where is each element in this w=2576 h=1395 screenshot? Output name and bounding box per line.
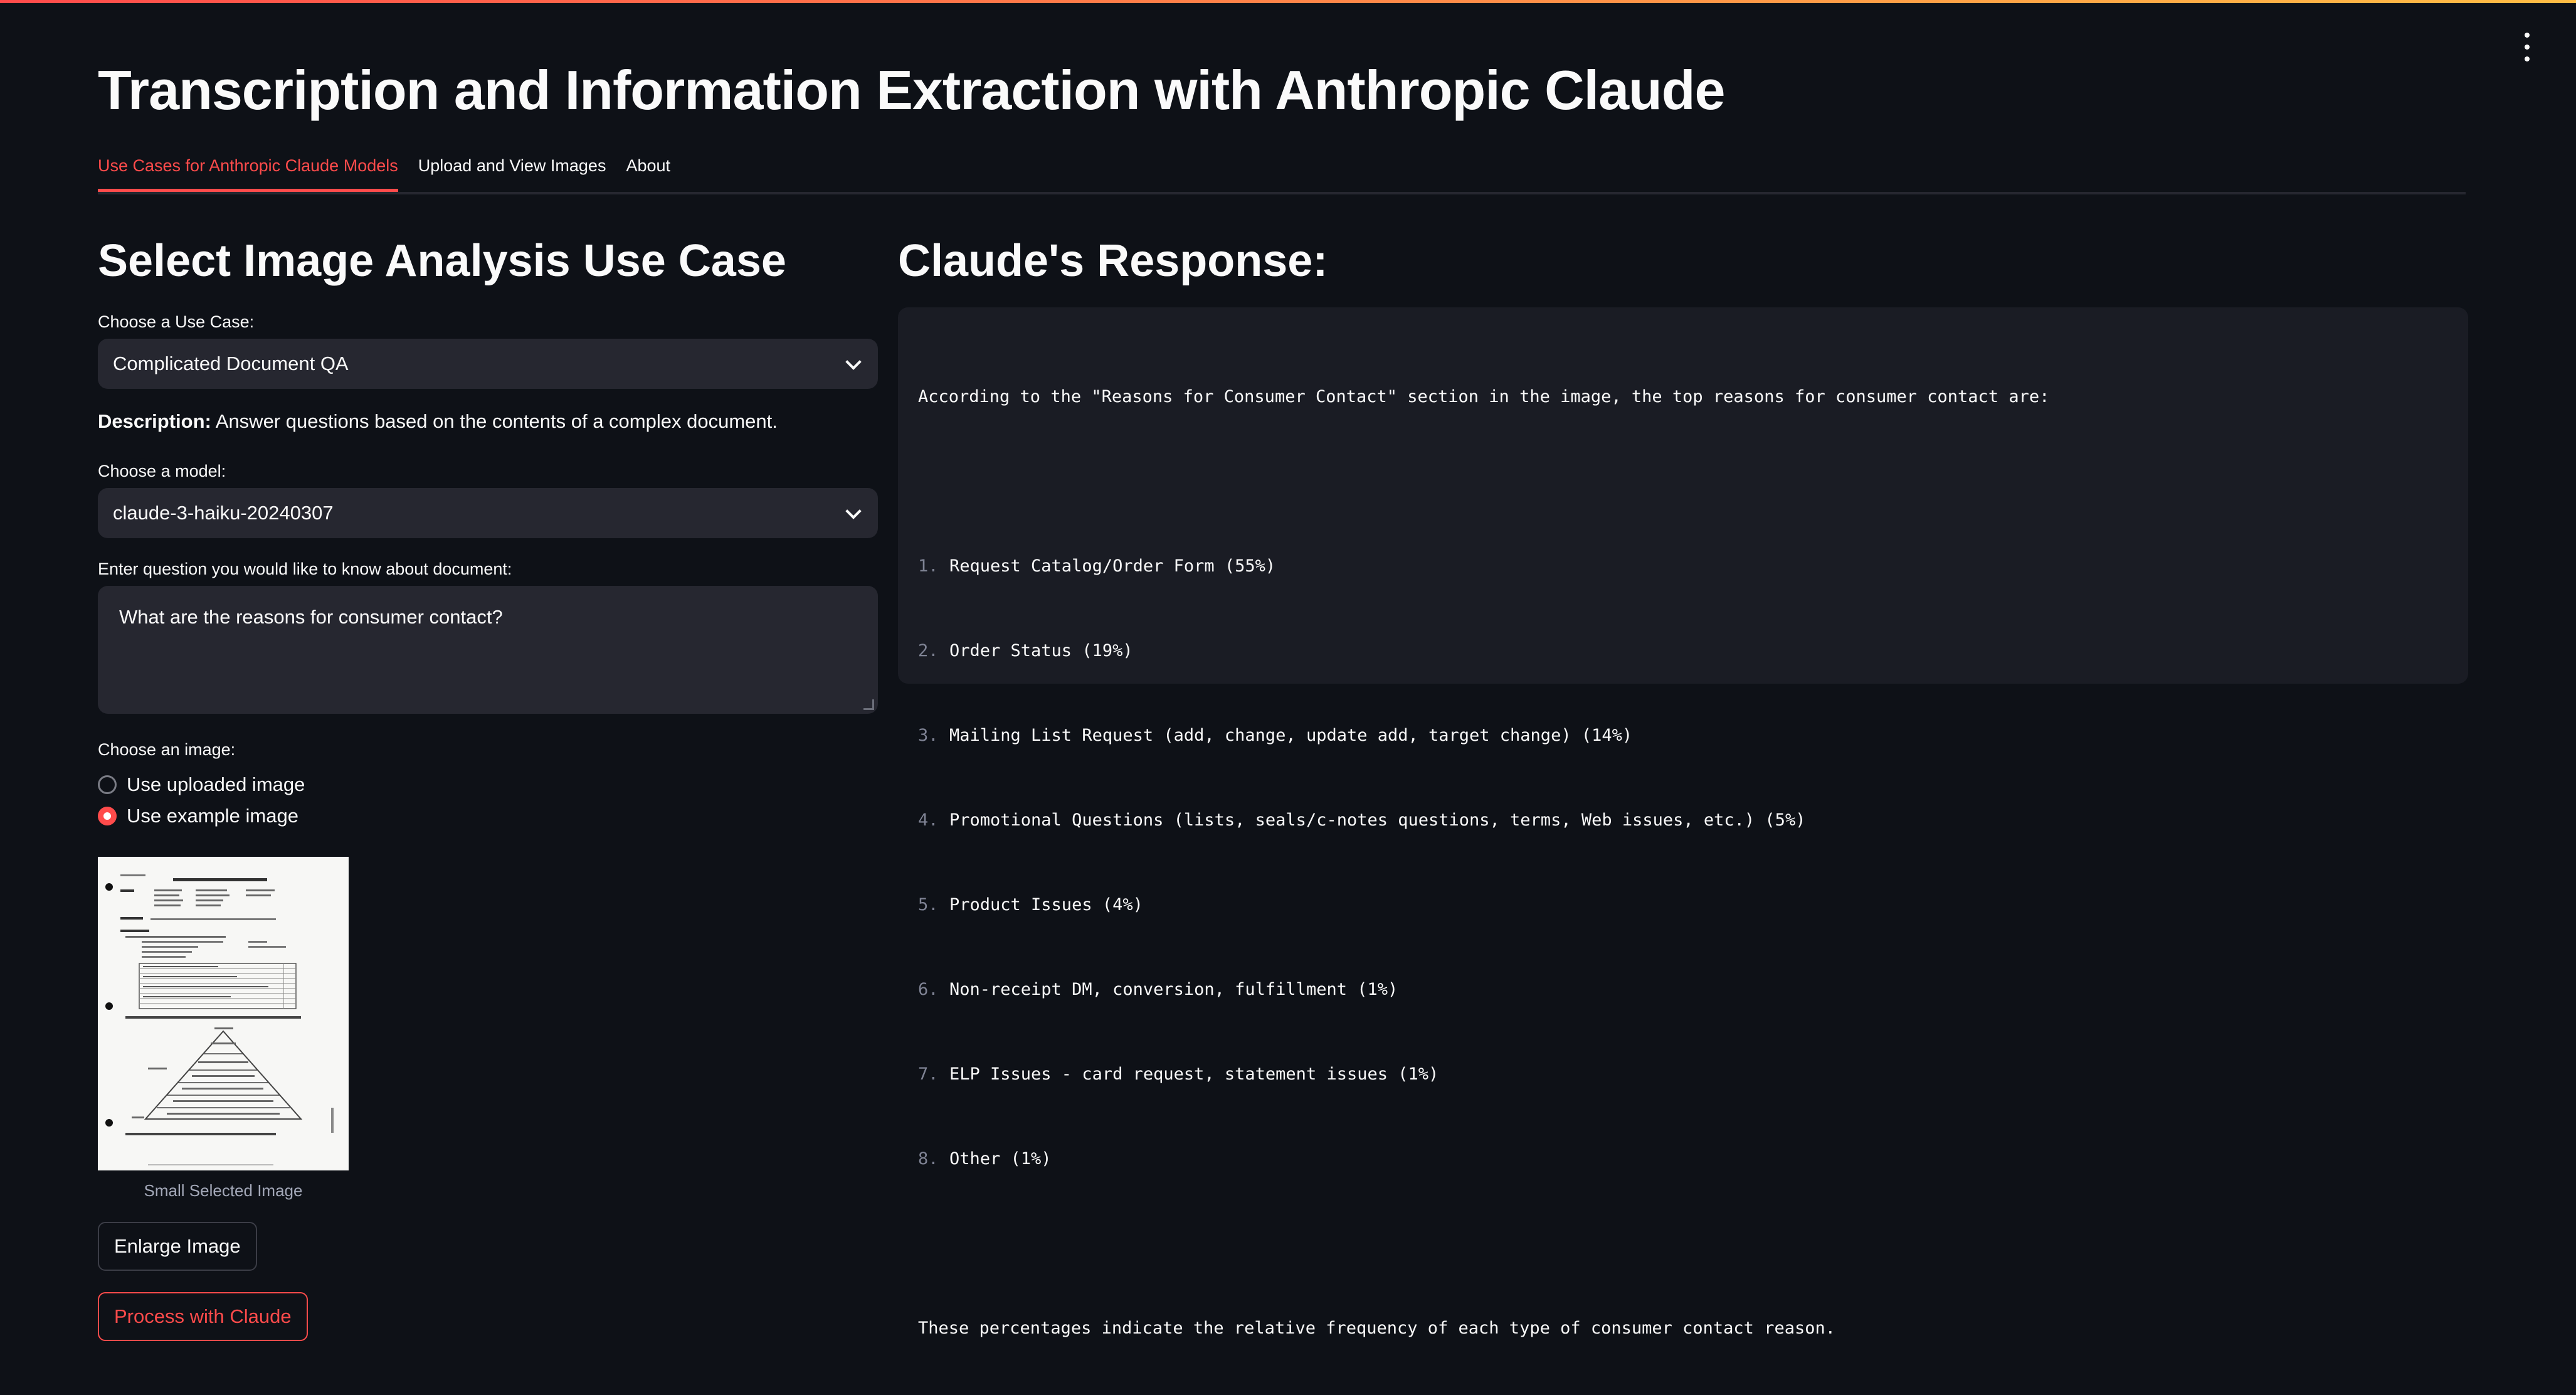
response-outro: These percentages indicate the relative … [918, 1318, 1835, 1338]
enlarge-image-button[interactable]: Enlarge Image [98, 1222, 257, 1271]
use-case-label: Choose a Use Case: [98, 312, 255, 331]
response-intro: According to the "Reasons for Consumer C… [918, 387, 2050, 406]
use-case-select[interactable]: Complicated Document QA [98, 339, 878, 389]
list-number: 7. [918, 1064, 939, 1084]
list-text: Request Catalog/Order Form (55%) [949, 556, 1276, 576]
list-number: 3. [918, 726, 939, 745]
use-case-heading: Select Image Analysis Use Case [98, 236, 786, 286]
response-spacer [918, 467, 2448, 496]
response-list-item: 3. Mailing List Request (add, change, upd… [918, 721, 2448, 750]
response-code-block: According to the "Reasons for Consumer C… [898, 307, 2468, 1338]
selected-image-thumbnail [98, 857, 349, 1170]
chevron-down-icon [845, 354, 862, 370]
image-choice-label: Choose an image: [98, 740, 236, 759]
use-case-select-value: Complicated Document QA [113, 353, 349, 374]
response-heading: Claude's Response: [898, 236, 1328, 286]
list-number: 6. [918, 980, 939, 999]
radio-uploaded-image[interactable]: Use uploaded image [98, 769, 878, 800]
response-list-item: 4. Promotional Questions (lists, seals/c-… [918, 806, 2448, 834]
radio-example-image[interactable]: Use example image [98, 800, 878, 832]
response-list-item: 8. Other (1%) [918, 1145, 2448, 1173]
app-title: Transcription and Information Extraction… [98, 59, 1725, 121]
document-thumbnail-graphic [98, 857, 349, 1170]
radio-uploaded-label: Use uploaded image [127, 773, 305, 795]
tab-use-cases[interactable]: Use Cases for Anthropic Claude Models [98, 151, 398, 192]
response-list-item: 7. ELP Issues - card request, statement i… [918, 1060, 2448, 1088]
resize-grip-icon[interactable] [863, 699, 874, 710]
more-vert-icon[interactable] [2515, 33, 2540, 61]
response-spacer [918, 1229, 2448, 1258]
top-decoration-bar [0, 0, 2576, 3]
list-text: Other (1%) [949, 1149, 1052, 1169]
tab-about[interactable]: About [626, 151, 670, 192]
thumbnail-caption: Small Selected Image [144, 1181, 303, 1200]
list-number: 5. [918, 895, 939, 915]
description-text: Answer questions based on the contents o… [215, 410, 778, 432]
response-panel: Claude's Response: According to the "Rea… [898, 226, 2468, 1338]
use-case-description: Description: Answer questions based on t… [98, 408, 878, 435]
response-list-item: 6. Non-receipt DM, conversion, fulfillmen… [918, 975, 2448, 1004]
radio-example-label: Use example image [127, 805, 298, 827]
model-select[interactable]: claude-3-haiku-20240307 [98, 488, 878, 538]
list-text: ELP Issues - card request, statement iss… [949, 1064, 1439, 1084]
list-number: 1. [918, 556, 939, 576]
app-page: Transcription and Information Extraction… [0, 0, 2576, 1395]
list-text: Non-receipt DM, conversion, fulfillment … [949, 980, 1398, 999]
model-label: Choose a model: [98, 462, 226, 480]
question-text: What are the reasons for consumer contac… [119, 606, 503, 628]
tab-bar: Use Cases for Anthropic Claude Models Up… [98, 151, 2466, 194]
chevron-down-icon [845, 503, 862, 519]
list-text: Mailing List Request (add, change, updat… [949, 726, 1633, 745]
list-text: Promotional Questions (lists, seals/c-no… [949, 810, 1806, 830]
use-case-panel: Select Image Analysis Use Case Choose a … [98, 226, 878, 1341]
response-list-item: 1. Request Catalog/Order Form (55%) [918, 552, 2448, 580]
model-select-value: claude-3-haiku-20240307 [113, 502, 334, 524]
question-textarea[interactable]: What are the reasons for consumer contac… [98, 586, 878, 714]
response-list-item: 2. Order Status (19%) [918, 637, 2448, 665]
response-list-item: 5. Product Issues (4%) [918, 891, 2448, 919]
list-text: Product Issues (4%) [949, 895, 1143, 915]
list-number: 2. [918, 641, 939, 660]
process-with-claude-button[interactable]: Process with Claude [98, 1292, 308, 1341]
tab-upload-view-images[interactable]: Upload and View Images [418, 151, 606, 192]
description-prefix: Description: [98, 410, 211, 432]
radio-selected-icon[interactable] [98, 807, 117, 825]
question-label: Enter question you would like to know ab… [98, 560, 512, 578]
radio-circle-icon[interactable] [98, 775, 117, 794]
list-number: 4. [918, 810, 939, 830]
list-number: 8. [918, 1149, 939, 1169]
list-text: Order Status (19%) [949, 641, 1133, 660]
